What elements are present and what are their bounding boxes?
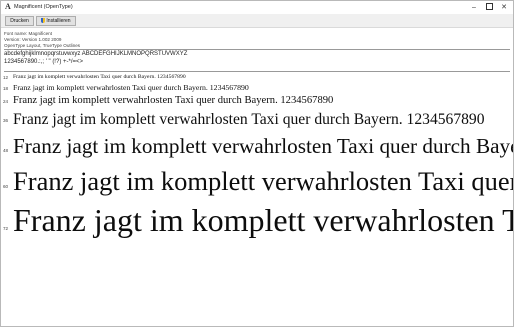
font-preview-area[interactable]: Font name: Magnificent Version: Version … — [1, 28, 513, 326]
sample-size-label: 12 — [3, 75, 9, 80]
charset-digits-symbols: 1234567890.:,; ' " (!?) +-*/=<> — [4, 59, 83, 65]
sample-row-72: 72 Franz jagt im komplett verwahrlosten … — [1, 200, 513, 245]
sample-text: Franz jagt im komplett verwahrlosten Tax… — [13, 202, 513, 238]
sample-text: Franz jagt im komplett verwahrlosten Tax… — [13, 74, 186, 80]
sample-size-label: 24 — [3, 99, 9, 104]
uac-shield-icon — [41, 17, 46, 23]
font-name-line: Font name: Magnificent — [4, 31, 53, 36]
divider — [4, 71, 510, 72]
font-type-line: OpenType Layout, TrueType Outlines — [4, 43, 81, 48]
sample-row-36: 36 Franz jagt im komplett verwahrlosten … — [1, 109, 513, 131]
sample-text: Franz jagt im komplett verwahrlosten Tax… — [13, 83, 249, 92]
sample-row-24: 24 Franz jagt im komplett verwahrlosten … — [1, 94, 513, 109]
sample-row-12: 12 Franz jagt im komplett verwahrlosten … — [1, 73, 513, 81]
toolbar: Drucken Installieren — [1, 14, 513, 28]
sample-size-label: 48 — [3, 148, 9, 153]
sample-row-60: 60 Franz jagt im komplett verwahrlosten … — [1, 164, 513, 200]
sample-size-label: 72 — [3, 226, 9, 231]
window-title: Magnificent (OpenType) — [14, 4, 73, 10]
maximize-button[interactable] — [481, 1, 497, 14]
sample-text: Franz jagt im komplett verwahrlosten Tax… — [13, 95, 334, 106]
sample-row-48: 48 Franz jagt im komplett verwahrlosten … — [1, 132, 513, 162]
maximize-icon — [485, 2, 493, 10]
sample-row-18: 18 Franz jagt im komplett verwahrlosten … — [1, 82, 513, 93]
sample-size-label: 18 — [3, 86, 9, 91]
minimize-button[interactable]: – — [466, 1, 482, 14]
install-button-label: Installieren — [46, 18, 71, 24]
font-file-icon: A — [5, 2, 11, 11]
sample-text: Franz jagt im komplett verwahrlosten Tax… — [13, 166, 513, 196]
install-button[interactable]: Installieren — [36, 16, 76, 26]
sample-size-label: 60 — [3, 184, 9, 189]
font-viewer-window: A Magnificent (OpenType) – ✕ Drucken Ins… — [0, 0, 514, 327]
font-version-line: Version: Version 1.002 2009 — [4, 37, 62, 42]
title-bar[interactable]: A Magnificent (OpenType) – ✕ — [1, 1, 513, 14]
sample-text: Franz jagt im komplett verwahrlosten Tax… — [13, 111, 485, 128]
print-button[interactable]: Drucken — [5, 16, 34, 26]
sample-size-label: 36 — [3, 118, 9, 123]
divider — [4, 49, 510, 50]
sample-text: Franz jagt im komplett verwahrlosten Tax… — [13, 134, 513, 158]
charset-letters: abcdefghijklmnopqrstuvwxyz ABCDEFGHIJKLM… — [4, 51, 188, 57]
close-button[interactable]: ✕ — [496, 1, 512, 14]
